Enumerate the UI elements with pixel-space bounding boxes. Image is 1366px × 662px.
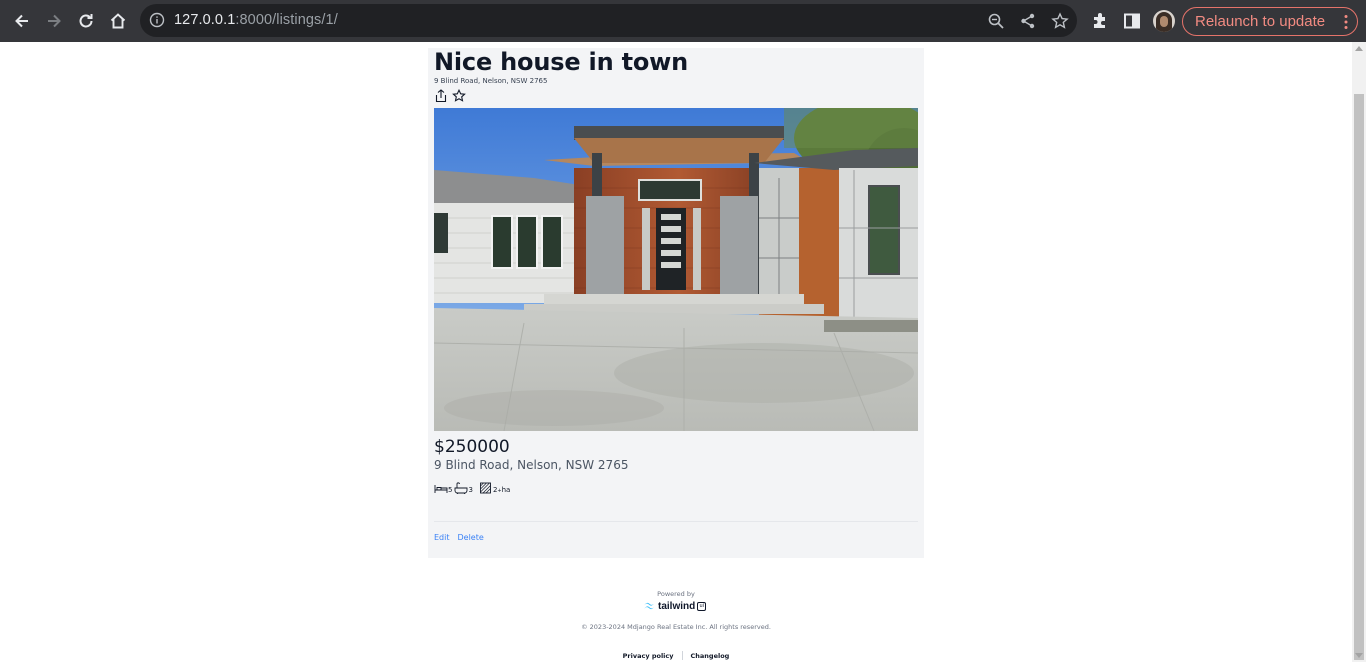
listing-actions bbox=[434, 88, 466, 104]
listing-photo bbox=[434, 108, 918, 431]
footer-link-separator bbox=[681, 651, 683, 660]
listing-address: 9 Blind Road, Nelson, NSW 2765 bbox=[434, 458, 629, 472]
scrollbar-thumb[interactable] bbox=[1354, 94, 1364, 660]
scroll-down-arrow-icon[interactable] bbox=[1355, 653, 1363, 658]
forward-icon[interactable] bbox=[42, 9, 66, 33]
land-area-icon bbox=[479, 482, 491, 494]
bathrooms-feature: 3 bbox=[454, 482, 473, 494]
side-panel-icon[interactable] bbox=[1122, 11, 1142, 31]
tailwind-logo[interactable]: tailwind ui bbox=[643, 600, 707, 612]
listing-subaddress: 9 Blind Road, Nelson, NSW 2765 bbox=[434, 77, 548, 85]
bed-icon bbox=[434, 485, 448, 493]
relaunch-label: Relaunch to update bbox=[1195, 13, 1326, 30]
bathrooms-count: 3 bbox=[468, 486, 473, 494]
footer-links: Privacy policy Changelog bbox=[0, 651, 1352, 660]
back-icon[interactable] bbox=[10, 9, 34, 33]
favorite-star-icon[interactable] bbox=[452, 88, 466, 102]
vertical-scrollbar[interactable] bbox=[1352, 42, 1366, 662]
address-bar[interactable]: 127.0.0.1:8000/listings/1/ bbox=[140, 4, 1077, 37]
tailwind-wave-icon bbox=[644, 602, 655, 610]
land-feature: 2 + ha bbox=[479, 482, 510, 494]
info-icon[interactable] bbox=[149, 12, 165, 28]
copyright-text: © 2023-2024 Mdjango Real Estate Inc. All… bbox=[581, 623, 771, 631]
reload-icon[interactable] bbox=[74, 9, 98, 33]
home-icon[interactable] bbox=[106, 9, 130, 33]
page-viewport: Nice house in town 9 Blind Road, Nelson,… bbox=[0, 42, 1352, 662]
tailwind-ui-badge: ui bbox=[697, 601, 707, 611]
edit-link[interactable]: Edit bbox=[434, 533, 450, 542]
menu-dots-icon[interactable] bbox=[1344, 14, 1348, 30]
zoom-icon[interactable] bbox=[987, 12, 1005, 30]
listing-admin-links: Edit Delete bbox=[434, 533, 484, 542]
listing-features: 5 3 2 + ha bbox=[434, 480, 510, 494]
url-text[interactable]: 127.0.0.1:8000/listings/1/ bbox=[174, 12, 338, 28]
land-unit: ha bbox=[501, 486, 511, 494]
url-path: :8000/listings/1/ bbox=[235, 12, 338, 28]
bedrooms-count: 5 bbox=[448, 486, 453, 494]
profile-avatar[interactable] bbox=[1153, 10, 1175, 32]
listing-price: $250000 bbox=[434, 437, 510, 457]
share-icon[interactable] bbox=[1019, 12, 1037, 30]
privacy-policy-link[interactable]: Privacy policy bbox=[623, 652, 674, 660]
bath-icon bbox=[455, 482, 468, 494]
url-host: 127.0.0.1 bbox=[174, 12, 236, 28]
share-icon[interactable] bbox=[434, 88, 448, 103]
browser-toolbar: 127.0.0.1:8000/listings/1/ Relaunch to u… bbox=[0, 0, 1366, 42]
extensions-icon[interactable] bbox=[1090, 11, 1110, 31]
delete-link[interactable]: Delete bbox=[458, 533, 484, 542]
tailwind-wordmark: tailwind bbox=[658, 600, 696, 612]
listing-title: Nice house in town bbox=[434, 48, 689, 76]
scroll-up-arrow-icon[interactable] bbox=[1355, 46, 1363, 51]
relaunch-button[interactable]: Relaunch to update bbox=[1182, 7, 1358, 36]
changelog-link[interactable]: Changelog bbox=[691, 652, 730, 660]
divider bbox=[434, 521, 918, 522]
powered-by-label: Powered by bbox=[657, 590, 695, 598]
listing-card: Nice house in town 9 Blind Road, Nelson,… bbox=[428, 48, 924, 558]
bookmark-star-icon[interactable] bbox=[1051, 12, 1069, 30]
bedrooms-feature: 5 bbox=[434, 482, 452, 494]
